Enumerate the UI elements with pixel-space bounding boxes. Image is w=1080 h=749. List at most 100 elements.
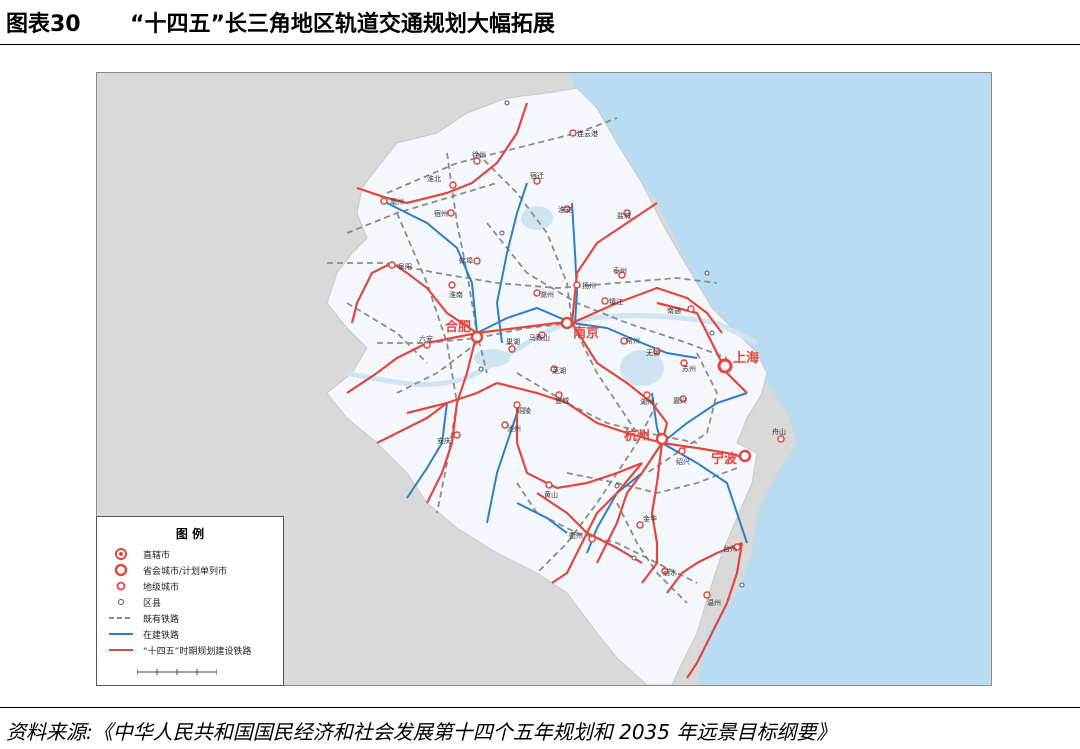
county-icon (107, 595, 135, 609)
label-city: 金华 (643, 514, 657, 523)
scale-bar (136, 661, 218, 675)
label-nanjing: 南京 (573, 325, 599, 341)
label-city: 滁州 (540, 290, 554, 299)
county-marker (614, 483, 620, 489)
legend-label: “十四五”时期规划建设铁路 (143, 646, 252, 657)
planned-rail-line-icon (107, 643, 135, 657)
label-city: 亳州 (390, 197, 404, 206)
municipality-icon (107, 547, 135, 561)
county-marker (704, 270, 710, 276)
city-marker (678, 447, 686, 455)
label-city: 连云港 (577, 129, 598, 138)
label-city: 巢湖 (506, 337, 520, 346)
label-city: 绍兴 (676, 457, 690, 466)
label-city: 徐州 (472, 150, 486, 159)
legend-item-existing-rail: 既有铁路 (107, 611, 179, 625)
city-marker (687, 305, 695, 313)
city-marker (448, 281, 456, 289)
city-marker (508, 345, 516, 353)
label-city: 常州 (626, 336, 640, 345)
label-city: 无锡 (646, 348, 660, 357)
county-marker (504, 100, 510, 106)
county-marker (499, 230, 505, 236)
hefei-marker (470, 330, 484, 344)
label-city: 镇江 (609, 297, 623, 306)
legend-title: 图 例 (175, 527, 205, 541)
label-city: 舟山 (772, 427, 786, 436)
city-marker (380, 197, 388, 205)
label-city: 铜陵 (517, 406, 531, 415)
legend-item-county: 区县 (107, 595, 161, 609)
map-legend: 图 例 直辖市 省会城市/计划单列市 地级城市 区县 既有铁路 在建铁路 “十四… (96, 516, 284, 686)
figure-header: 图表30 “十四五”长三角地区轨道交通规划大幅拓展 (0, 0, 1080, 45)
county-marker (739, 582, 745, 588)
city-marker (601, 297, 609, 305)
figure-footer: 资料来源:《中华人民共和国国民经济和社会发展第十四个五年规划和 2035 年远景… (0, 707, 1080, 749)
label-city: 嘉兴 (673, 396, 687, 405)
city-marker (447, 209, 455, 217)
label-city: 淮北 (427, 174, 441, 183)
city-marker (473, 257, 481, 265)
ningbo-marker (738, 449, 752, 463)
label-city: 安庆 (437, 436, 451, 445)
label-city: 马鞍山 (529, 333, 550, 342)
shanghai-marker (717, 358, 733, 374)
label-city: 阜阳 (398, 262, 412, 271)
label-ningbo: 宁波 (711, 451, 738, 467)
legend-label: 直辖市 (143, 550, 171, 561)
existing-rail-line-icon (107, 611, 135, 625)
legend-item-municipality: 直辖市 (107, 547, 170, 561)
provincial-capital-icon (107, 563, 135, 577)
label-city: 丽水 (663, 568, 677, 577)
label-city: 淮安 (558, 205, 572, 214)
legend-label: 在建铁路 (143, 630, 180, 641)
legend-label: 地级城市 (143, 582, 180, 593)
city-marker (449, 181, 457, 189)
nanjing-marker (560, 316, 574, 330)
city-marker (545, 481, 553, 489)
label-city: 池州 (507, 424, 521, 433)
prefecture-city-icon (107, 579, 135, 593)
figure-number: 图表30 (6, 12, 81, 37)
hongze-lake (521, 206, 553, 230)
label-city: 六安 (419, 334, 433, 343)
city-marker (777, 435, 785, 443)
city-marker (573, 281, 581, 289)
label-city: 衢州 (569, 531, 583, 540)
label-city: 南通 (667, 306, 681, 315)
legend-label: 既有铁路 (143, 614, 180, 625)
legend-item-provincial-capital: 省会城市/计划单列市 (107, 563, 227, 577)
label-city: 苏州 (682, 364, 696, 373)
legend-item-prefecture-city: 地级城市 (107, 579, 179, 593)
label-hangzhou: 杭州 (624, 428, 650, 444)
label-city: 扬州 (582, 281, 596, 290)
hangzhou-marker (655, 432, 669, 446)
source-note: 资料来源:《中华人民共和国国民经济和社会发展第十四个五年规划和 2035 年远景… (6, 720, 837, 744)
legend-item-under-construction: 在建铁路 (107, 627, 179, 641)
county-marker (709, 330, 715, 336)
city-marker (388, 261, 396, 269)
label-city: 芜湖 (552, 366, 566, 375)
label-shanghai: 上海 (733, 350, 759, 366)
label-city: 台州 (723, 544, 737, 553)
legend-label: 区县 (143, 598, 162, 609)
label-city: 宿迁 (530, 171, 544, 180)
figure-title: “十四五”长三角地区轨道交通规划大幅拓展 (130, 12, 555, 37)
county-marker (478, 366, 484, 372)
label-city: 湖州 (640, 397, 654, 406)
city-marker (569, 129, 577, 137)
label-city: 泰州 (613, 266, 627, 275)
label-city: 盐城 (617, 211, 631, 220)
label-city: 淮南 (449, 290, 463, 299)
legend-item-planned-rail: “十四五”时期规划建设铁路 (107, 643, 251, 657)
label-city: 宿州 (434, 209, 448, 218)
county-marker (631, 555, 637, 561)
label-city: 蚌埠 (459, 256, 473, 265)
label-city: 宣城 (555, 396, 569, 405)
label-city: 黄山 (544, 490, 558, 499)
label-city: 温州 (707, 598, 721, 607)
legend-label: 省会城市/计划单列市 (143, 566, 228, 577)
city-marker (453, 431, 461, 439)
label-hefei: 合肥 (445, 319, 471, 335)
city-marker (703, 591, 711, 599)
